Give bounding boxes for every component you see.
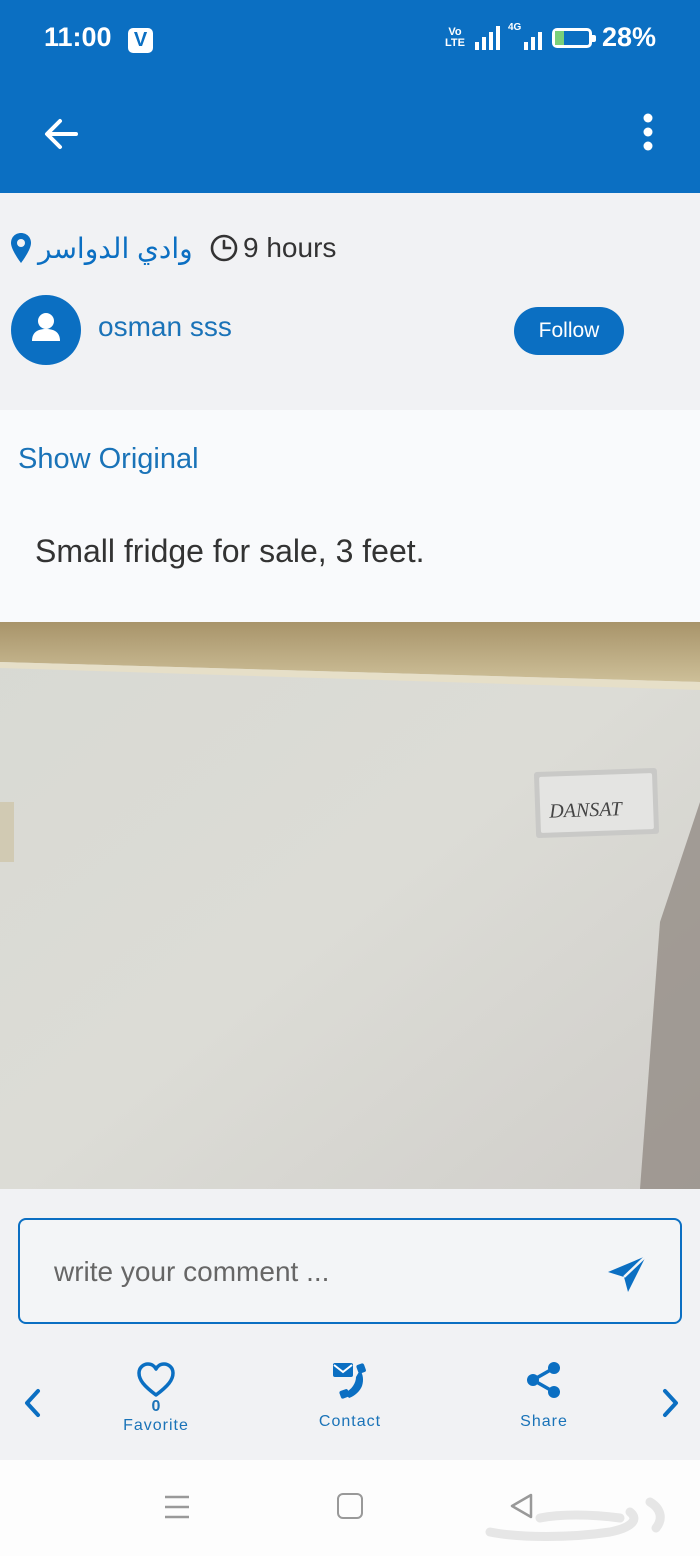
recents-icon bbox=[165, 1495, 189, 1519]
comment-box bbox=[18, 1218, 682, 1324]
time-ago-text: 9 hours bbox=[243, 232, 337, 263]
status-time: 11:00 bbox=[44, 22, 112, 52]
recents-button[interactable] bbox=[163, 1493, 191, 1521]
location-text: وادي الدواسر bbox=[38, 232, 193, 264]
vertical-dots-icon bbox=[643, 113, 653, 151]
favorite-label: Favorite bbox=[123, 1417, 189, 1434]
share-button[interactable]: Share bbox=[500, 1360, 588, 1431]
status-indicators: Vo LTE 4G 28% bbox=[445, 22, 656, 53]
back-button[interactable] bbox=[40, 112, 84, 156]
author-name[interactable]: osman sss bbox=[98, 311, 232, 343]
more-options-button[interactable] bbox=[636, 112, 660, 156]
avatar[interactable] bbox=[11, 295, 81, 365]
app-header: 11:00 V Vo LTE 4G 28% bbox=[0, 0, 700, 193]
post-text: Small fridge for sale, 3 feet. bbox=[35, 533, 425, 569]
post-photo[interactable]: DANSAT bbox=[0, 622, 700, 1189]
system-back-button[interactable] bbox=[507, 1491, 537, 1521]
comment-input[interactable] bbox=[52, 1246, 576, 1298]
send-icon bbox=[608, 1255, 647, 1292]
favorite-button[interactable]: 0 Favorite bbox=[110, 1360, 202, 1435]
send-button[interactable] bbox=[606, 1252, 650, 1296]
brand-badge: DANSAT bbox=[533, 767, 660, 839]
home-button[interactable] bbox=[337, 1493, 363, 1519]
signal-icon bbox=[474, 25, 500, 50]
brand-text: DANSAT bbox=[548, 798, 624, 823]
post-card: Show Original Small fridge for sale, 3 f… bbox=[0, 410, 700, 622]
notification-app-icon: V bbox=[128, 28, 153, 53]
post-location[interactable]: وادي الدواسر bbox=[10, 230, 193, 266]
user-icon bbox=[32, 313, 60, 341]
contact-button[interactable]: Contact bbox=[306, 1360, 394, 1431]
favorite-count: 0 bbox=[151, 1398, 161, 1415]
previous-post-button[interactable] bbox=[18, 1383, 48, 1423]
contact-icon bbox=[333, 1363, 366, 1399]
chevron-left-icon bbox=[25, 1389, 40, 1417]
share-icon bbox=[527, 1362, 560, 1398]
share-label: Share bbox=[520, 1413, 568, 1430]
show-original-link[interactable]: Show Original bbox=[18, 443, 199, 476]
location-pin-icon bbox=[11, 233, 31, 263]
heart-icon bbox=[137, 1362, 175, 1397]
arrow-left-icon bbox=[45, 119, 78, 149]
battery-icon bbox=[551, 27, 596, 48]
clock-icon bbox=[210, 234, 238, 262]
contact-label: Contact bbox=[318, 1413, 382, 1430]
signal-4g-icon: 4G bbox=[508, 22, 542, 50]
battery-percent: 28% bbox=[601, 22, 656, 52]
system-nav-bar bbox=[0, 1460, 700, 1556]
triangle-back-icon bbox=[510, 1493, 533, 1519]
fridge-photo: DANSAT bbox=[0, 622, 700, 1189]
post-time: 9 hours bbox=[209, 232, 336, 264]
next-post-button[interactable] bbox=[655, 1383, 685, 1423]
volte-indicator: Vo LTE bbox=[444, 25, 465, 49]
chevron-right-icon bbox=[663, 1389, 678, 1417]
follow-button[interactable]: Follow bbox=[514, 307, 624, 355]
